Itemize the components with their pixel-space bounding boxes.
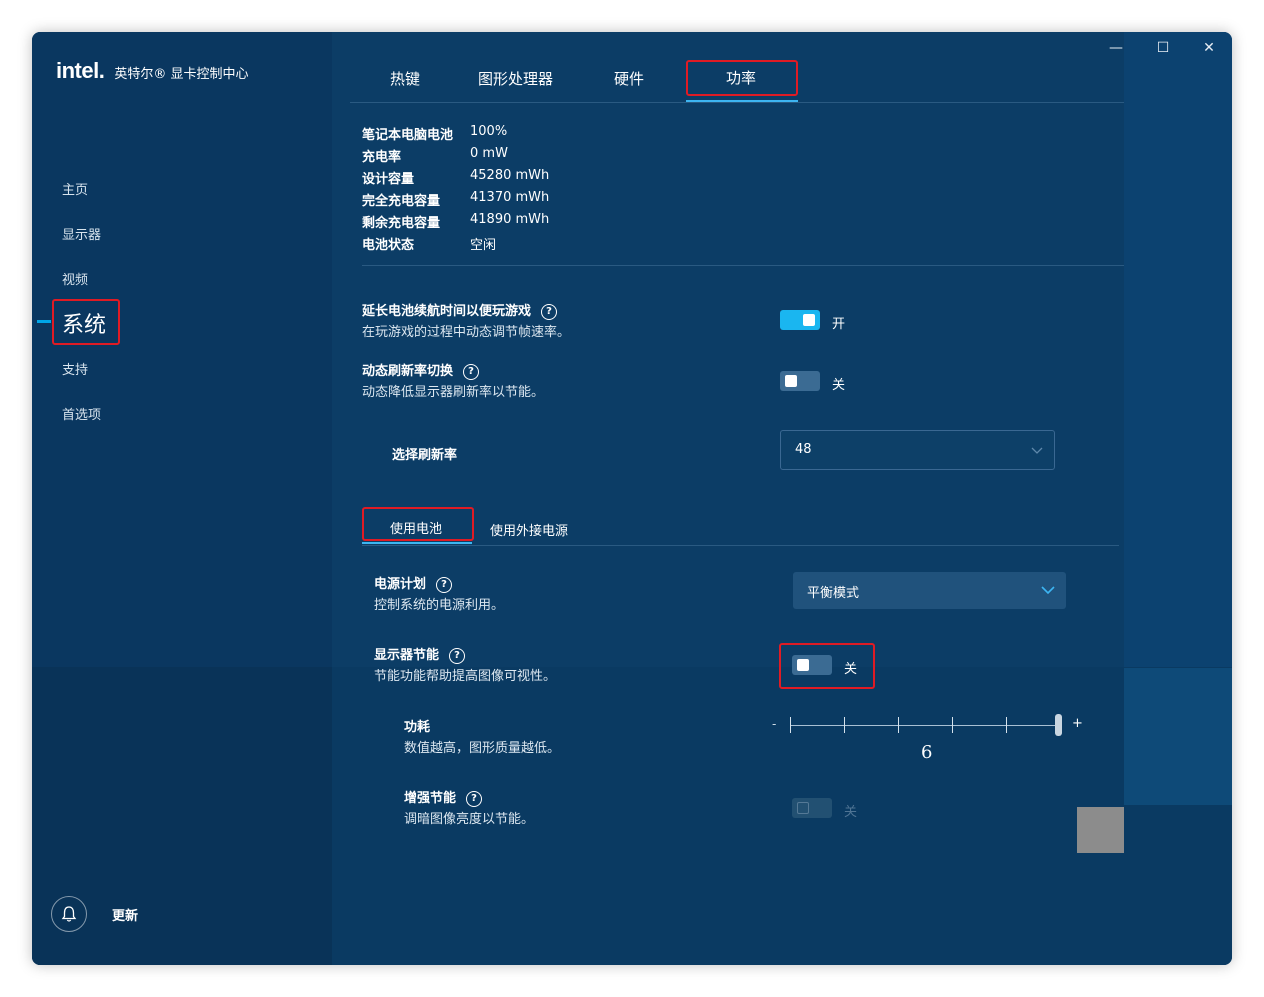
- sidebar-item-home[interactable]: 主页: [62, 179, 88, 198]
- dynamic-refresh-title: 动态刷新率切换?: [362, 360, 480, 380]
- display-saving-desc: 节能功能帮助提高图像可视性。: [374, 669, 557, 684]
- sidebar-item-system[interactable]: 系统: [52, 299, 120, 345]
- help-icon[interactable]: ?: [463, 363, 480, 380]
- power-consumption-title: 功耗: [404, 720, 431, 735]
- info-key: 充电率: [362, 150, 402, 165]
- tab-active-underline: [686, 100, 798, 102]
- tab-power[interactable]: 功率: [686, 60, 798, 96]
- tab-hardware[interactable]: 硬件: [614, 68, 644, 89]
- extend-battery-title-text: 延长电池续航时间以便玩游戏: [362, 304, 532, 319]
- close-button[interactable]: ✕: [1199, 40, 1219, 56]
- toggle-knob: [797, 659, 809, 671]
- info-value: 45280 mWh: [470, 168, 550, 183]
- info-value: 41890 mWh: [470, 212, 550, 227]
- toggle-knob: [803, 314, 815, 326]
- slider-min-label: -: [772, 717, 777, 731]
- extend-battery-toggle[interactable]: [780, 310, 820, 330]
- power-plan-value: 平衡模式: [807, 586, 860, 601]
- sidebar-item-video[interactable]: 视频: [62, 269, 88, 288]
- slider-tick: [1006, 717, 1007, 733]
- display-saving-title-text: 显示器节能: [374, 648, 440, 663]
- help-icon[interactable]: ?: [541, 303, 558, 320]
- update-link[interactable]: 更新: [112, 905, 138, 924]
- power-plan-title-text: 电源计划: [374, 577, 427, 592]
- slider-tick: [790, 717, 791, 733]
- top-tabs: 热键 图形处理器 硬件 功率: [350, 56, 1124, 103]
- intel-logo: intel.: [56, 58, 105, 83]
- power-plan-title: 电源计划?: [374, 573, 453, 593]
- maximize-button[interactable]: ☐: [1153, 40, 1173, 56]
- subtab-ac-power[interactable]: 使用外接电源: [490, 520, 568, 539]
- power-plan-desc: 控制系统的电源利用。: [374, 598, 505, 613]
- enhanced-saving-state: 关: [844, 805, 858, 820]
- extend-battery-state: 开: [832, 317, 846, 332]
- slider-max-label: +: [1072, 716, 1083, 731]
- minimize-button[interactable]: —: [1106, 40, 1126, 56]
- help-icon[interactable]: ?: [436, 576, 453, 593]
- subtab-divider: [362, 545, 1119, 546]
- sidebar-item-support[interactable]: 支持: [62, 359, 88, 378]
- info-value: 41370 mWh: [470, 190, 550, 205]
- subtab-active-underline: [362, 542, 472, 544]
- dynamic-refresh-desc: 动态降低显示器刷新率以节能。: [362, 385, 545, 400]
- slider-tick: [898, 717, 899, 733]
- info-value: 空闲: [470, 238, 497, 253]
- decor-panel: [1124, 32, 1232, 668]
- nav-active-indicator: [37, 320, 51, 323]
- enhanced-saving-desc: 调暗图像亮度以节能。: [404, 812, 535, 827]
- power-plan-dropdown[interactable]: 平衡模式: [793, 572, 1066, 609]
- slider-track: [790, 725, 1060, 726]
- chevron-down-icon: [1041, 586, 1055, 595]
- app-window: intel. 英特尔® 显卡控制中心 — ☐ ✕ 主页 显示器 视频 系统 支持…: [32, 32, 1232, 965]
- slider-thumb[interactable]: [1055, 714, 1062, 736]
- brand: intel. 英特尔® 显卡控制中心: [56, 58, 248, 84]
- dynamic-refresh-toggle[interactable]: [780, 371, 820, 391]
- enhanced-saving-title-text: 增强节能: [404, 791, 457, 806]
- power-consumption-desc: 数值越高，图形质量越低。: [404, 741, 561, 756]
- info-key: 设计容量: [362, 172, 415, 187]
- enhanced-saving-toggle[interactable]: [792, 798, 832, 818]
- refresh-rate-dropdown[interactable]: 48: [780, 430, 1055, 470]
- info-value: 0 mW: [470, 146, 508, 161]
- decor-square: [1124, 668, 1232, 805]
- dynamic-refresh-state: 关: [832, 378, 846, 393]
- subtab-battery-label: 使用电池: [390, 522, 443, 537]
- power-consumption-slider[interactable]: - +: [772, 714, 1092, 739]
- info-key: 剩余充电容量: [362, 216, 441, 231]
- toggle-knob: [785, 375, 797, 387]
- help-icon[interactable]: ?: [466, 790, 483, 807]
- help-icon[interactable]: ?: [449, 647, 466, 664]
- display-saving-state: 关: [844, 662, 858, 677]
- extend-battery-desc: 在玩游戏的过程中动态调节帧速率。: [362, 325, 571, 340]
- app-title: 英特尔® 显卡控制中心: [114, 67, 249, 82]
- refresh-rate-label: 选择刷新率: [392, 448, 458, 463]
- slider-value: 6: [921, 742, 933, 763]
- info-key: 笔记本电脑电池: [362, 128, 454, 143]
- slider-tick: [952, 717, 953, 733]
- bell-icon[interactable]: [51, 896, 87, 932]
- chevron-down-icon: [1031, 447, 1043, 454]
- subtab-battery[interactable]: 使用电池: [362, 507, 474, 541]
- display-saving-toggle[interactable]: [792, 655, 832, 675]
- tab-power-label: 功率: [726, 69, 757, 87]
- tab-hotkeys[interactable]: 热键: [390, 68, 420, 89]
- sidebar-item-display[interactable]: 显示器: [62, 224, 101, 243]
- sidebar-item-preferences[interactable]: 首选项: [62, 404, 101, 423]
- info-key: 电池状态: [362, 238, 415, 253]
- refresh-rate-value: 48: [795, 442, 812, 457]
- toggle-knob: [797, 802, 809, 814]
- slider-tick: [844, 717, 845, 733]
- display-saving-title: 显示器节能?: [374, 644, 466, 664]
- section-divider: [362, 265, 1124, 266]
- tab-gpu[interactable]: 图形处理器: [478, 68, 553, 89]
- info-value: 100%: [470, 124, 508, 139]
- decor-gray-square: [1077, 807, 1124, 853]
- sidebar-item-label: 系统: [62, 313, 107, 338]
- info-key: 完全充电容量: [362, 194, 441, 209]
- dynamic-refresh-title-text: 动态刷新率切换: [362, 364, 454, 379]
- enhanced-saving-title: 增强节能?: [404, 787, 483, 807]
- extend-battery-title: 延长电池续航时间以便玩游戏?: [362, 300, 558, 320]
